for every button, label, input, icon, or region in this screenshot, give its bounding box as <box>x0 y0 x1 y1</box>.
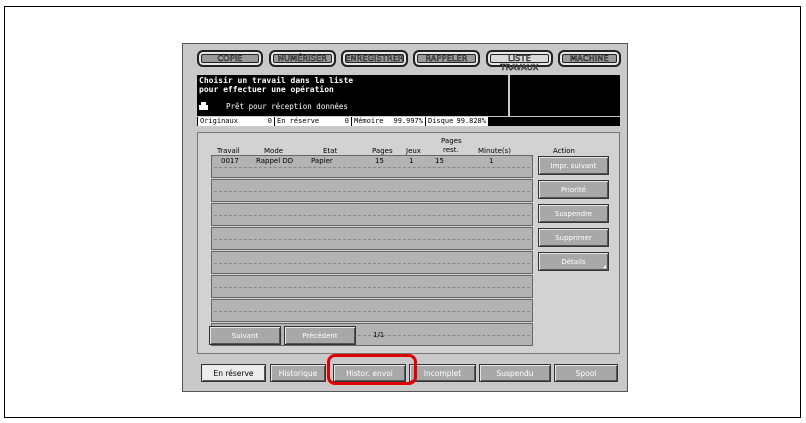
reserve-cell: En réserve 0 <box>275 117 351 126</box>
table-row[interactable] <box>211 251 533 274</box>
status-text: Prêt pour réception données <box>226 102 348 111</box>
mode-machine-button[interactable]: MACHINE <box>558 50 621 67</box>
tab-suspended[interactable]: Suspendu <box>479 364 551 382</box>
table-row[interactable]: 0017 Rappel DD Papier 15 1 15 1 <box>211 155 533 178</box>
memory-label: Mémoire <box>354 117 384 125</box>
printer-icon <box>199 102 208 110</box>
table-row[interactable] <box>211 275 533 298</box>
tab-suspended-label: Suspendu <box>496 369 534 378</box>
mode-copy-button[interactable]: COPIE <box>197 50 263 67</box>
tab-incomplete-label: Incomplet <box>423 369 462 378</box>
row-minutes: 1 <box>489 157 494 165</box>
mode-job-list-label: LISTE TRAVAUX <box>500 54 539 73</box>
suspend-button[interactable]: Suspendre <box>538 204 609 223</box>
tab-spool[interactable]: Spool <box>554 364 618 382</box>
row-pages: 15 <box>375 157 384 165</box>
message-area-right <box>510 75 620 116</box>
priority-label: Priorité <box>560 186 587 194</box>
job-list-panel: COPIE NUMÉRISER ENREGISTRER RAPPELER LIS… <box>182 43 628 392</box>
mode-machine-label: MACHINE <box>570 54 609 64</box>
reserve-value: 0 <box>344 117 349 125</box>
header-mode: Mode <box>264 147 284 155</box>
row-sets: 1 <box>409 157 414 165</box>
details-button[interactable]: Détails <box>538 252 609 271</box>
print-next-button[interactable]: Impr. suivant <box>538 156 609 175</box>
status-line: Prêt pour réception données <box>199 102 348 111</box>
submenu-corner-icon <box>603 265 606 268</box>
header-state: Etat <box>323 147 338 155</box>
header-pages-rest-2: rest. <box>443 146 459 154</box>
row-job: 0017 <box>221 157 239 165</box>
header-minutes: Minute(s) <box>478 147 512 155</box>
row-mode: Rappel DD <box>256 157 294 165</box>
header-pages: Pages <box>372 147 393 155</box>
originals-cell: Originaux 0 <box>198 117 274 126</box>
tab-history[interactable]: Historique <box>270 364 326 382</box>
disk-cell: Disque 99.828% <box>426 117 488 126</box>
tab-history-label: Historique <box>278 369 318 378</box>
mode-scan-label: NUMÉRISER <box>277 54 328 64</box>
tab-reserve-label: En réserve <box>213 369 254 378</box>
next-page-button[interactable]: Suivant <box>209 326 281 345</box>
originals-value: 0 <box>267 117 272 125</box>
table-row[interactable] <box>211 179 533 202</box>
disk-value: 99.828% <box>456 117 486 125</box>
next-page-label: Suivant <box>231 332 259 340</box>
header-action: Action <box>553 147 575 155</box>
disk-label: Disque <box>428 117 454 125</box>
tab-incomplete[interactable]: Incomplet <box>409 364 476 382</box>
table-row[interactable] <box>211 299 533 322</box>
tab-reserve[interactable]: En réserve <box>201 364 266 382</box>
row-state: Papier <box>311 157 333 165</box>
delete-button[interactable]: Supprimer <box>538 228 609 247</box>
tab-spool-label: Spool <box>575 369 597 378</box>
details-label: Détails <box>561 258 586 266</box>
page-indicator: 1/1 <box>373 331 385 339</box>
mode-store-button[interactable]: ENREGISTRER <box>341 50 408 67</box>
mode-copy-label: COPIE <box>217 54 243 64</box>
message-line-2: pour effectuer une opération <box>199 85 334 94</box>
row-pages-rest: 15 <box>435 157 444 165</box>
info-bar: Originaux 0 En réserve 0 Mémoire 99.997% Di… <box>197 117 620 126</box>
print-next-label: Impr. suivant <box>550 162 597 170</box>
header-pages-rest-1: Pages <box>441 137 462 145</box>
memory-value: 99.997% <box>393 117 423 125</box>
reserve-label: En réserve <box>277 117 320 125</box>
priority-button[interactable]: Priorité <box>538 180 609 199</box>
header-sets: Jeux <box>406 147 421 155</box>
table-row[interactable] <box>211 203 533 226</box>
mode-recall-button[interactable]: RAPPELER <box>413 50 480 67</box>
delete-label: Supprimer <box>555 234 592 242</box>
message-area: Choisir un travail dans la liste pour ef… <box>197 75 508 116</box>
originals-label: Originaux <box>200 117 238 125</box>
job-list-area: Travail Mode Etat Pages Jeux Pages rest.… <box>197 132 620 354</box>
memory-cell: Mémoire 99.997% <box>352 117 425 126</box>
message-line-1: Choisir un travail dans la liste <box>199 76 354 85</box>
highlight-ring <box>327 354 417 385</box>
suspend-label: Suspendre <box>554 210 593 218</box>
mode-store-label: ENREGISTRER <box>345 54 404 64</box>
mode-job-list-button[interactable]: LISTE TRAVAUX <box>486 50 553 72</box>
mode-recall-label: RAPPELER <box>425 54 468 64</box>
previous-page-button[interactable]: Précédent <box>284 326 356 345</box>
table-row[interactable] <box>211 227 533 250</box>
header-job: Travail <box>217 147 240 155</box>
mode-scan-button[interactable]: NUMÉRISER <box>269 50 336 67</box>
previous-page-label: Précédent <box>302 332 338 340</box>
